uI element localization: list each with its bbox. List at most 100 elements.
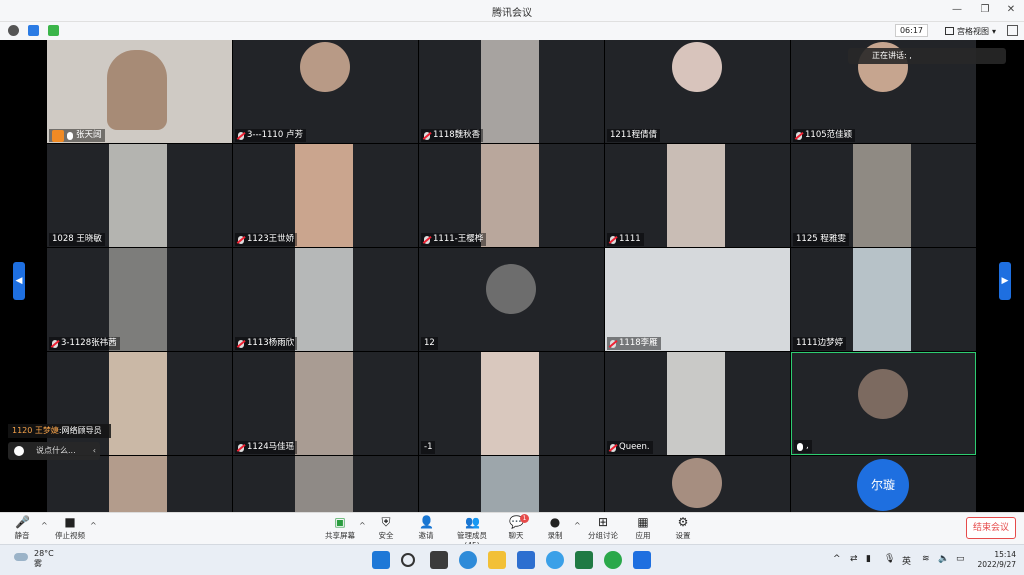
chevron-left-icon[interactable]: ‹ (93, 442, 96, 460)
share-options-caret[interactable]: ^ (359, 521, 366, 530)
fullscreen-icon[interactable] (1007, 25, 1018, 36)
video-tile[interactable]: 1113杨雨欣 (233, 248, 418, 351)
chat-button[interactable]: 💬 聊天 1 (496, 514, 536, 541)
video-grid: 张天阔 3---1110 卢芳 1118魏秋香 1211程倩倩 1105范佳颖 … (47, 40, 978, 512)
members-icon: 👥 (465, 515, 480, 529)
active-speaker-tile[interactable]: , (791, 352, 976, 455)
mic-muted-icon (610, 443, 616, 452)
video-tile[interactable]: 1111 (605, 144, 790, 247)
video-tile[interactable] (605, 456, 790, 512)
participant-video (667, 144, 725, 247)
video-tile[interactable]: 1028 王晓敏 (47, 144, 232, 247)
participant-video (109, 456, 167, 512)
browser-icon[interactable] (546, 551, 564, 569)
apps-icon: ▦ (637, 515, 649, 529)
video-tile[interactable]: 1211程倩倩 (605, 40, 790, 143)
clock-date: 2022/9/27 (977, 560, 1016, 569)
windows-start-icon[interactable] (372, 551, 390, 569)
video-tile[interactable]: 1125 程雅雯 (791, 144, 976, 247)
end-meeting-button[interactable]: 结束会议 (966, 517, 1016, 539)
search-icon[interactable] (401, 553, 415, 567)
apps-button[interactable]: ▦ 应用 (623, 515, 663, 541)
chevron-down-icon: ▾ (991, 26, 996, 36)
video-tile[interactable]: 1124马佳瑶 (233, 352, 418, 455)
battery-icon[interactable]: ▭ (956, 554, 965, 564)
video-tile[interactable]: 张天阔 (47, 40, 232, 143)
info-icon[interactable] (8, 25, 19, 36)
network-icon[interactable]: ⇄ (850, 554, 858, 564)
share-screen-icon: ▣ (334, 515, 346, 529)
prev-page-arrow[interactable]: ◀ (13, 262, 25, 300)
chat-input[interactable]: 说点什么... ‹ (8, 442, 100, 460)
video-tile[interactable]: 1118魏秋香 (419, 40, 604, 143)
video-tile[interactable]: 1111边梦婷 (791, 248, 976, 351)
invite-button[interactable]: 👤 邀请 (406, 515, 446, 541)
stop-video-button[interactable]: ■ 停止视频 (50, 515, 90, 541)
video-tile[interactable]: -1 (419, 352, 604, 455)
mail-icon[interactable] (517, 551, 535, 569)
video-tile[interactable]: 12 (419, 248, 604, 351)
minimize-icon[interactable]: — (950, 3, 964, 17)
tile-label: 1105范佳颖 (793, 129, 856, 142)
video-tile[interactable] (47, 352, 232, 455)
emoji-icon[interactable] (14, 446, 24, 456)
shield-icon[interactable] (28, 25, 39, 36)
task-view-icon[interactable] (430, 551, 448, 569)
video-tile[interactable]: 1118李雁 (605, 248, 790, 351)
host-icon (52, 129, 64, 142)
mute-options-caret[interactable]: ^ (41, 521, 48, 530)
edge-browser-icon[interactable] (459, 551, 477, 569)
next-page-arrow[interactable]: ▶ (999, 262, 1011, 300)
restore-icon[interactable]: ❐ (978, 3, 992, 17)
view-switch-button[interactable]: 宫格视图 ▾ (941, 24, 1000, 38)
video-tile[interactable] (419, 456, 604, 512)
tile-label: Queen. (607, 441, 653, 454)
video-tile[interactable]: Queen. (605, 352, 790, 455)
signal-icon[interactable] (48, 25, 59, 36)
participant-video (481, 144, 539, 247)
speaking-indicator: 正在讲话: , (848, 48, 1006, 64)
video-tile[interactable]: 3-1128张祎茜 (47, 248, 232, 351)
settings-button[interactable]: ⚙ 设置 (663, 515, 703, 541)
record-options-caret[interactable]: ^ (574, 521, 581, 530)
wechat-icon[interactable] (604, 551, 622, 569)
microphone-icon[interactable]: 🎙 (884, 554, 895, 564)
participant-video (295, 248, 353, 351)
tile-label: 1028 王晓敏 (49, 233, 105, 246)
gear-icon: ⚙ (677, 515, 689, 529)
video-tile[interactable]: 1111-王樱桦 (419, 144, 604, 247)
clock[interactable]: 15:14 2022/9/27 (978, 550, 1016, 570)
ime-label[interactable]: 英 (902, 554, 911, 567)
mute-button[interactable]: 🎤 静音 (2, 515, 42, 541)
participant-video (481, 456, 539, 512)
video-tile[interactable] (233, 456, 418, 512)
video-tile[interactable]: 3---1110 卢芳 (233, 40, 418, 143)
close-icon[interactable]: ✕ (1004, 3, 1018, 17)
chevron-up-icon[interactable]: ^ (833, 554, 841, 564)
share-screen-button[interactable]: ▣ 共享屏幕 (320, 515, 360, 541)
tile-label: 3---1110 卢芳 (235, 129, 306, 142)
weather-widget[interactable]: 28°C 雾 (14, 549, 54, 569)
tile-label: 1123王世娇 (235, 233, 298, 246)
volume-icon[interactable]: 🔈 (938, 554, 949, 564)
participant-video (481, 352, 539, 455)
mic-muted-icon (52, 339, 58, 348)
security-button[interactable]: ⛨ 安全 (366, 515, 406, 541)
taskbar-app-icon[interactable]: ▮ (866, 554, 871, 564)
video-tile[interactable]: 尔璇 (791, 456, 976, 512)
participant-video (109, 248, 167, 351)
cloud-icon (14, 553, 28, 561)
tile-label: 1211程倩倩 (607, 129, 661, 142)
file-explorer-icon[interactable] (488, 551, 506, 569)
participant-avatar (672, 458, 722, 508)
excel-icon[interactable] (575, 551, 593, 569)
wifi-icon[interactable]: ≋ (922, 554, 930, 564)
video-tile[interactable]: 1123王世娇 (233, 144, 418, 247)
video-tile[interactable] (47, 456, 232, 512)
tencent-meeting-icon[interactable] (633, 551, 651, 569)
record-button[interactable]: ● 录制 (535, 515, 575, 541)
participant-video (295, 144, 353, 247)
microphone-icon: 🎤 (15, 515, 30, 529)
video-options-caret[interactable]: ^ (90, 521, 97, 530)
breakout-rooms-button[interactable]: ⊞ 分组讨论 (583, 515, 623, 541)
